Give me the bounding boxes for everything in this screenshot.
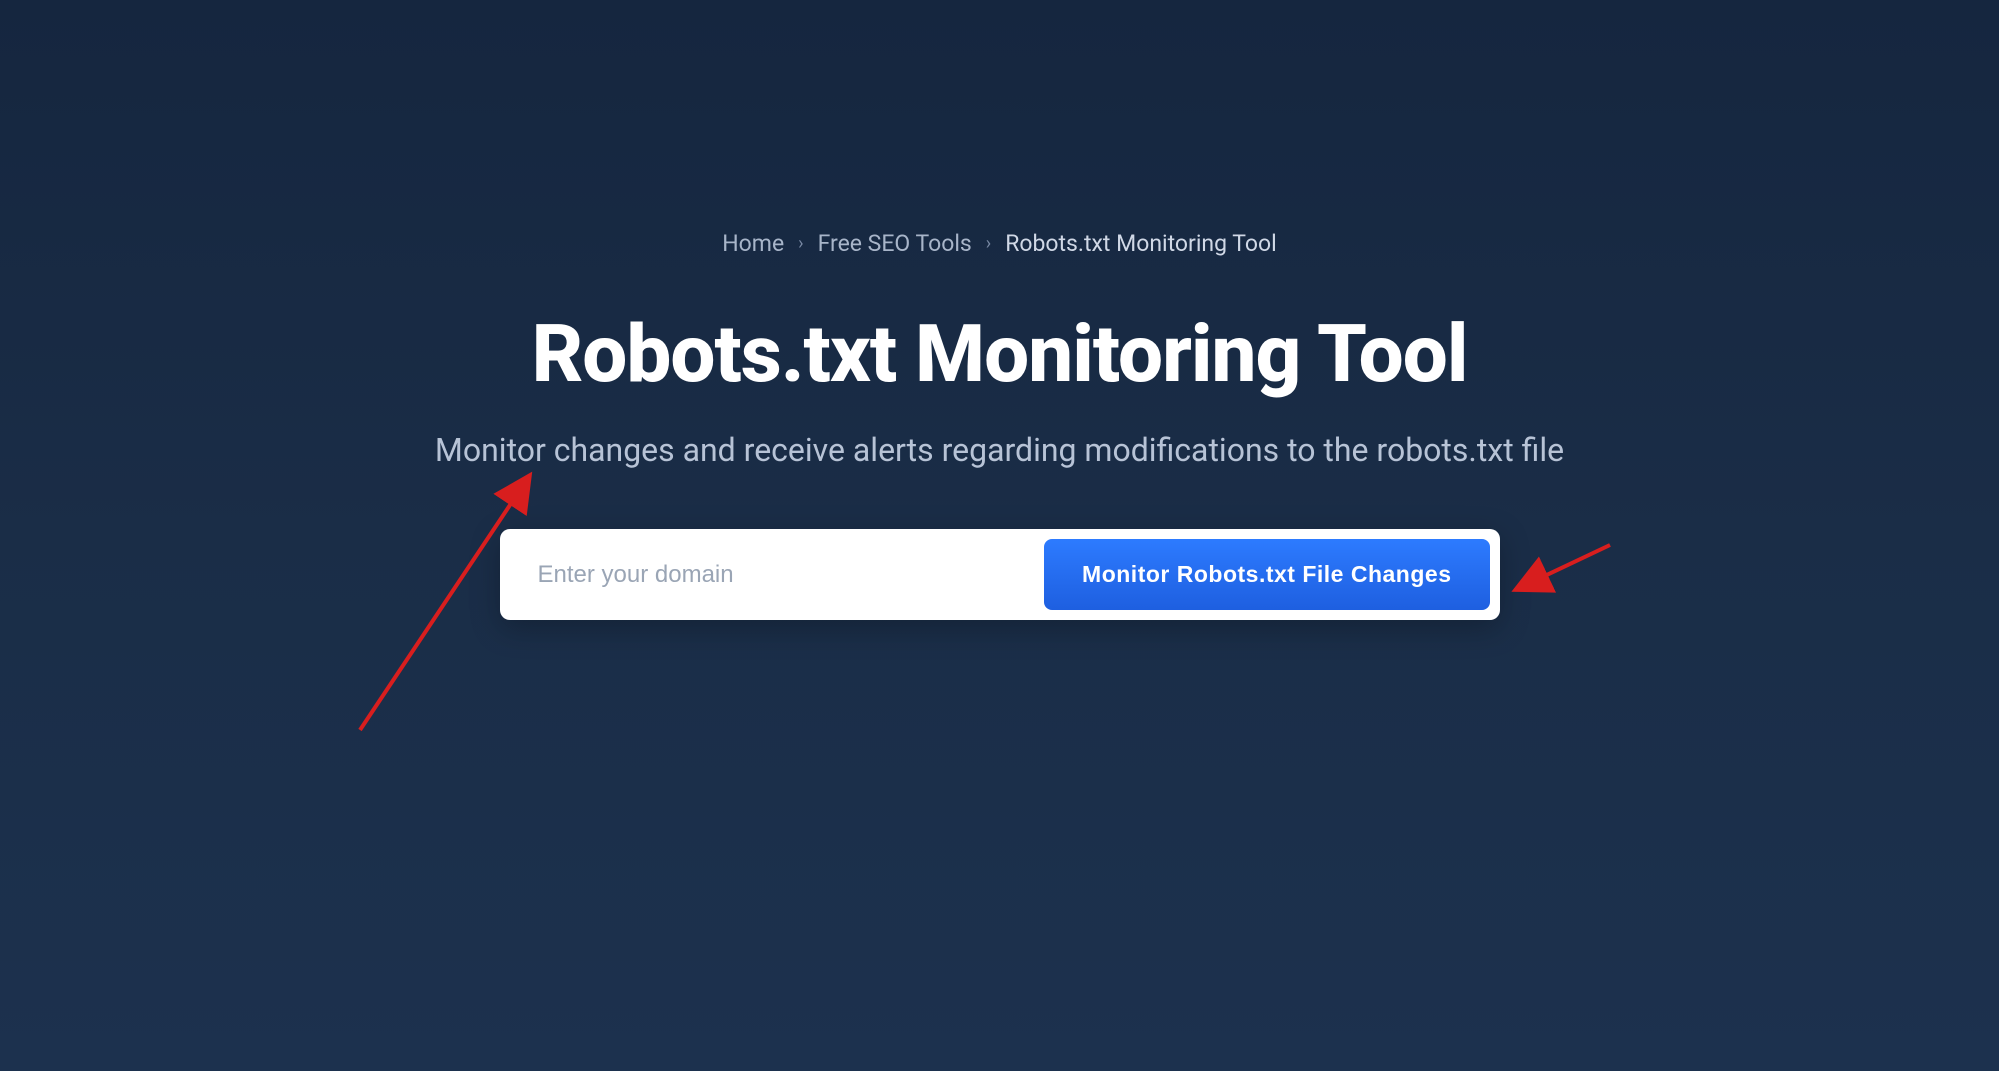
chevron-right-icon: › bbox=[798, 233, 803, 254]
chevron-right-icon: › bbox=[986, 233, 991, 254]
breadcrumb-home[interactable]: Home bbox=[722, 230, 784, 257]
domain-input[interactable] bbox=[510, 543, 1045, 607]
breadcrumb-tools[interactable]: Free SEO Tools bbox=[818, 230, 972, 257]
hero-section: Home › Free SEO Tools › Robots.txt Monit… bbox=[0, 0, 1999, 620]
breadcrumb-current: Robots.txt Monitoring Tool bbox=[1005, 230, 1277, 257]
breadcrumb: Home › Free SEO Tools › Robots.txt Monit… bbox=[722, 230, 1277, 257]
page-subtitle: Monitor changes and receive alerts regar… bbox=[435, 431, 1564, 469]
page-title: Robots.txt Monitoring Tool bbox=[532, 307, 1468, 401]
monitor-button[interactable]: Monitor Robots.txt File Changes bbox=[1044, 539, 1489, 610]
domain-form: Monitor Robots.txt File Changes bbox=[500, 529, 1500, 620]
